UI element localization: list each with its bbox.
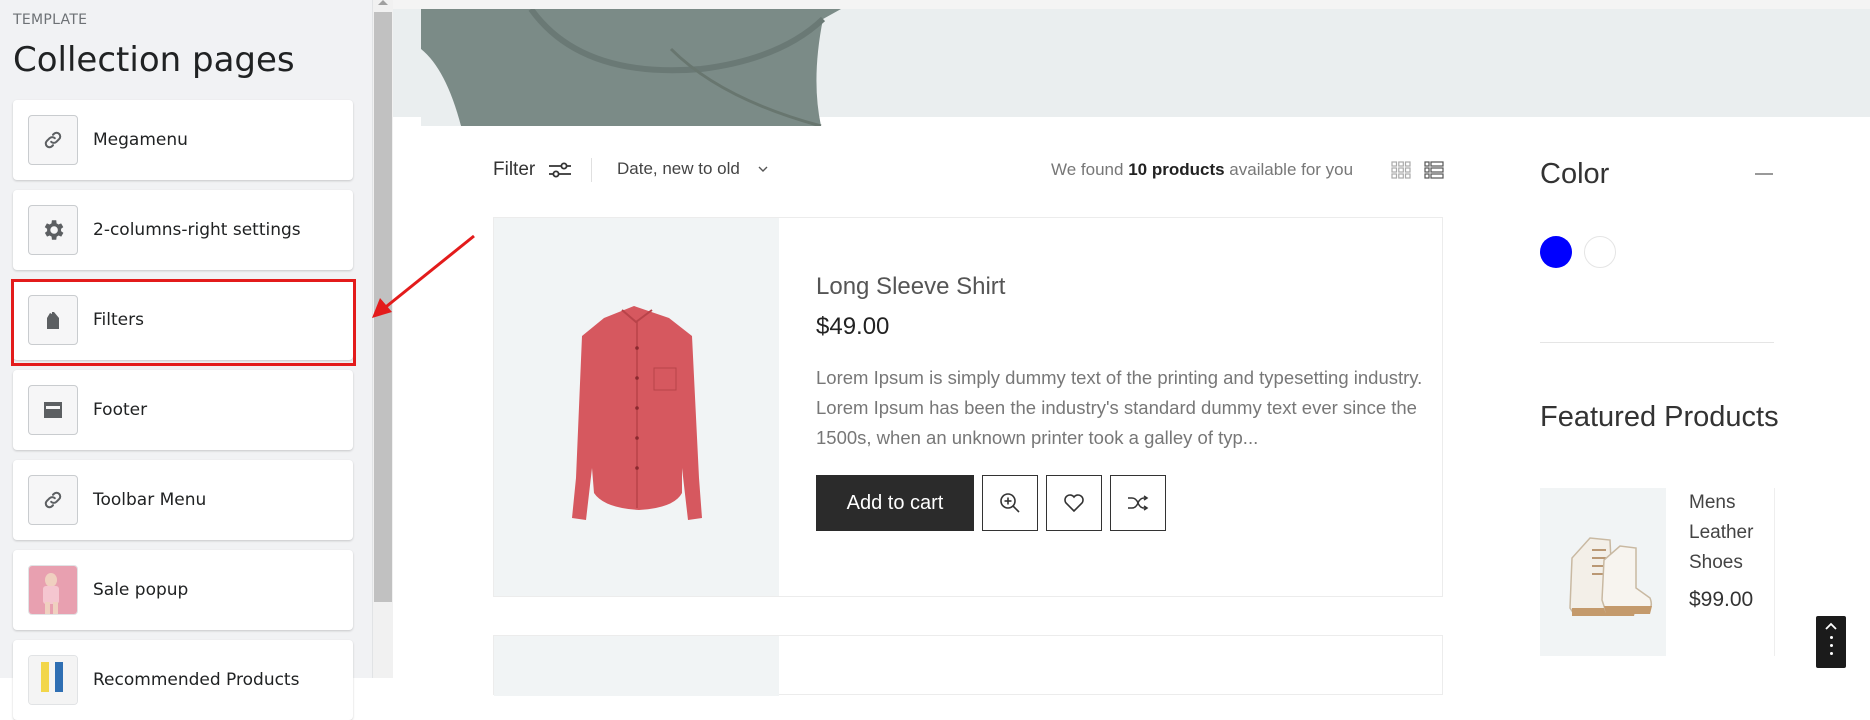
sidebar-item-2-columns-right-settings[interactable]: 2-columns-right settings xyxy=(13,190,353,270)
sort-select-value: Date, new to old xyxy=(617,159,740,178)
results-count: We found 10 products available for you xyxy=(1051,160,1354,179)
color-filter-title[interactable]: Color xyxy=(1540,158,1609,191)
filter-label: Filter xyxy=(493,159,536,180)
footer-layout-icon xyxy=(28,385,78,435)
quick-view-button[interactable] xyxy=(982,475,1038,531)
filters-highlight-box xyxy=(11,279,356,366)
gear-icon xyxy=(28,205,78,255)
product-card: Long Sleeve Shirt $49.00 Lorem Ipsum is … xyxy=(493,217,1443,597)
sidebar-item-label: Megamenu xyxy=(93,130,188,150)
add-to-cart-button[interactable]: Add to cart xyxy=(816,475,974,531)
product-actions: Add to cart xyxy=(816,475,1436,531)
color-swatch-white[interactable] xyxy=(1584,236,1616,268)
sidebar-item-footer[interactable]: Footer xyxy=(13,370,353,450)
collection-toolbar: Filter Date, new to old We found 10 prod… xyxy=(493,155,1444,185)
sidebar-item-label: Recommended Products xyxy=(93,670,300,690)
view-toggle xyxy=(1391,161,1444,179)
annotation-arrow xyxy=(372,234,475,318)
color-swatch-blue[interactable] xyxy=(1540,236,1572,268)
sidebar-item-label: Footer xyxy=(93,400,148,420)
sidebar-item-toolbar-menu[interactable]: Toolbar Menu xyxy=(13,460,353,540)
heart-icon xyxy=(1064,494,1084,513)
collapse-minus-icon[interactable] xyxy=(1755,173,1773,175)
product-description: Lorem Ipsum is simply dummy text of the … xyxy=(816,367,1423,448)
recommended-products-thumbnail xyxy=(28,655,78,705)
product-price: $49.00 xyxy=(816,313,890,340)
featured-product-image[interactable] xyxy=(1540,488,1666,656)
shuffle-icon xyxy=(1128,495,1149,511)
zoom-in-icon xyxy=(1000,493,1020,513)
product-title[interactable]: Long Sleeve Shirt xyxy=(816,273,1436,301)
sidebar-item-sale-popup[interactable]: Sale popup xyxy=(13,550,353,630)
banner-image xyxy=(421,9,841,126)
grid-view-icon[interactable] xyxy=(1391,161,1411,179)
sidebar-item-recommended-products[interactable]: Recommended Products xyxy=(13,640,353,720)
sidebar-item-label: 2-columns-right settings xyxy=(93,220,301,240)
link-icon xyxy=(28,115,78,165)
featured-products-title: Featured Products xyxy=(1540,401,1779,433)
theme-editor-sidebar: TEMPLATE Collection pages Megamenu 2-col… xyxy=(0,0,373,720)
filter-button[interactable]: Filter xyxy=(493,155,572,185)
featured-product-name[interactable]: Mens Leather Shoes xyxy=(1689,488,1779,578)
sidebar-item-label: Sale popup xyxy=(93,580,189,600)
product-card xyxy=(493,635,1443,696)
sidebar-item-megamenu[interactable]: Megamenu xyxy=(13,100,353,180)
product-image[interactable] xyxy=(494,218,779,596)
product-image[interactable] xyxy=(494,636,779,696)
store-preview: Filter Date, new to old We found 10 prod… xyxy=(393,0,1870,696)
link-icon xyxy=(28,475,78,525)
list-view-icon[interactable] xyxy=(1424,161,1444,179)
results-count-number: 10 products xyxy=(1128,160,1225,179)
chevron-down-icon xyxy=(758,166,768,172)
back-to-top-button[interactable] xyxy=(1816,616,1846,668)
sliders-icon xyxy=(549,162,572,178)
product-details: Long Sleeve Shirt $49.00 Lorem Ipsum is … xyxy=(816,273,1436,531)
compare-button[interactable] xyxy=(1110,475,1166,531)
featured-product-price: $99.00 xyxy=(1689,588,1754,611)
chevron-up-icon xyxy=(1825,622,1837,630)
toolbar-divider xyxy=(591,158,592,182)
scroll-up-arrow-icon[interactable] xyxy=(378,0,388,5)
template-eyebrow: TEMPLATE xyxy=(13,12,88,28)
sidebar-divider xyxy=(1540,342,1774,343)
sale-popup-thumbnail xyxy=(28,565,78,615)
collection-banner xyxy=(393,0,1870,126)
sort-select[interactable]: Date, new to old xyxy=(617,159,768,179)
sidebar-item-label: Toolbar Menu xyxy=(93,490,207,510)
wishlist-button[interactable] xyxy=(1046,475,1102,531)
sidebar-title: Collection pages xyxy=(13,40,295,80)
